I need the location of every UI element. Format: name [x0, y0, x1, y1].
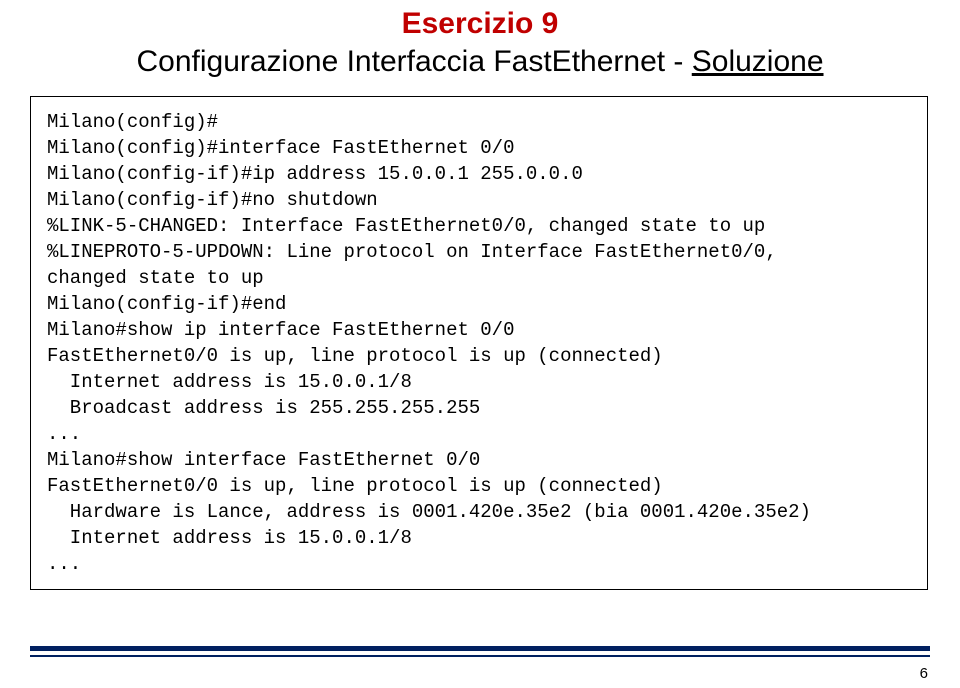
exercise-label: Esercizio 9	[0, 6, 960, 42]
code-line: Milano(config)#	[47, 111, 218, 133]
code-box: Milano(config)# Milano(config)#interface…	[30, 96, 928, 590]
slide-page: Esercizio 9 Configurazione Interfaccia F…	[0, 0, 960, 688]
subtitle-soluzione: Soluzione	[692, 45, 824, 78]
code-line: Broadcast address is 255.255.255.255	[47, 397, 480, 419]
subtitle-row: Configurazione Interfaccia FastEthernet …	[0, 42, 960, 82]
code-line: ...	[47, 423, 81, 445]
code-line: %LINEPROTO-5-UPDOWN: Line protocol on In…	[47, 241, 777, 263]
code-line: Milano(config-if)#ip address 15.0.0.1 25…	[47, 163, 583, 185]
code-line: Milano#show interface FastEthernet 0/0	[47, 449, 480, 471]
footer-divider	[30, 646, 930, 660]
title-area: Esercizio 9 Configurazione Interfaccia F…	[0, 0, 960, 82]
code-line: FastEthernet0/0 is up, line protocol is …	[47, 345, 663, 367]
code-line: changed state to up	[47, 267, 264, 289]
footer-thin-line	[30, 655, 930, 657]
code-line: %LINK-5-CHANGED: Interface FastEthernet0…	[47, 215, 765, 237]
subtitle-prefix: Configurazione Interfaccia FastEthernet …	[136, 45, 691, 78]
code-line: Hardware is Lance, address is 0001.420e.…	[47, 501, 811, 523]
code-line: Milano(config-if)#no shutdown	[47, 189, 378, 211]
code-line: ...	[47, 553, 81, 575]
code-line: FastEthernet0/0 is up, line protocol is …	[47, 475, 663, 497]
page-number: 6	[920, 665, 928, 682]
code-line: Internet address is 15.0.0.1/8	[47, 371, 412, 393]
footer-thick-line	[30, 646, 930, 651]
code-line: Milano#show ip interface FastEthernet 0/…	[47, 319, 514, 341]
code-line: Milano(config-if)#end	[47, 293, 286, 315]
code-line: Internet address is 15.0.0.1/8	[47, 527, 412, 549]
code-line: Milano(config)#interface FastEthernet 0/…	[47, 137, 514, 159]
